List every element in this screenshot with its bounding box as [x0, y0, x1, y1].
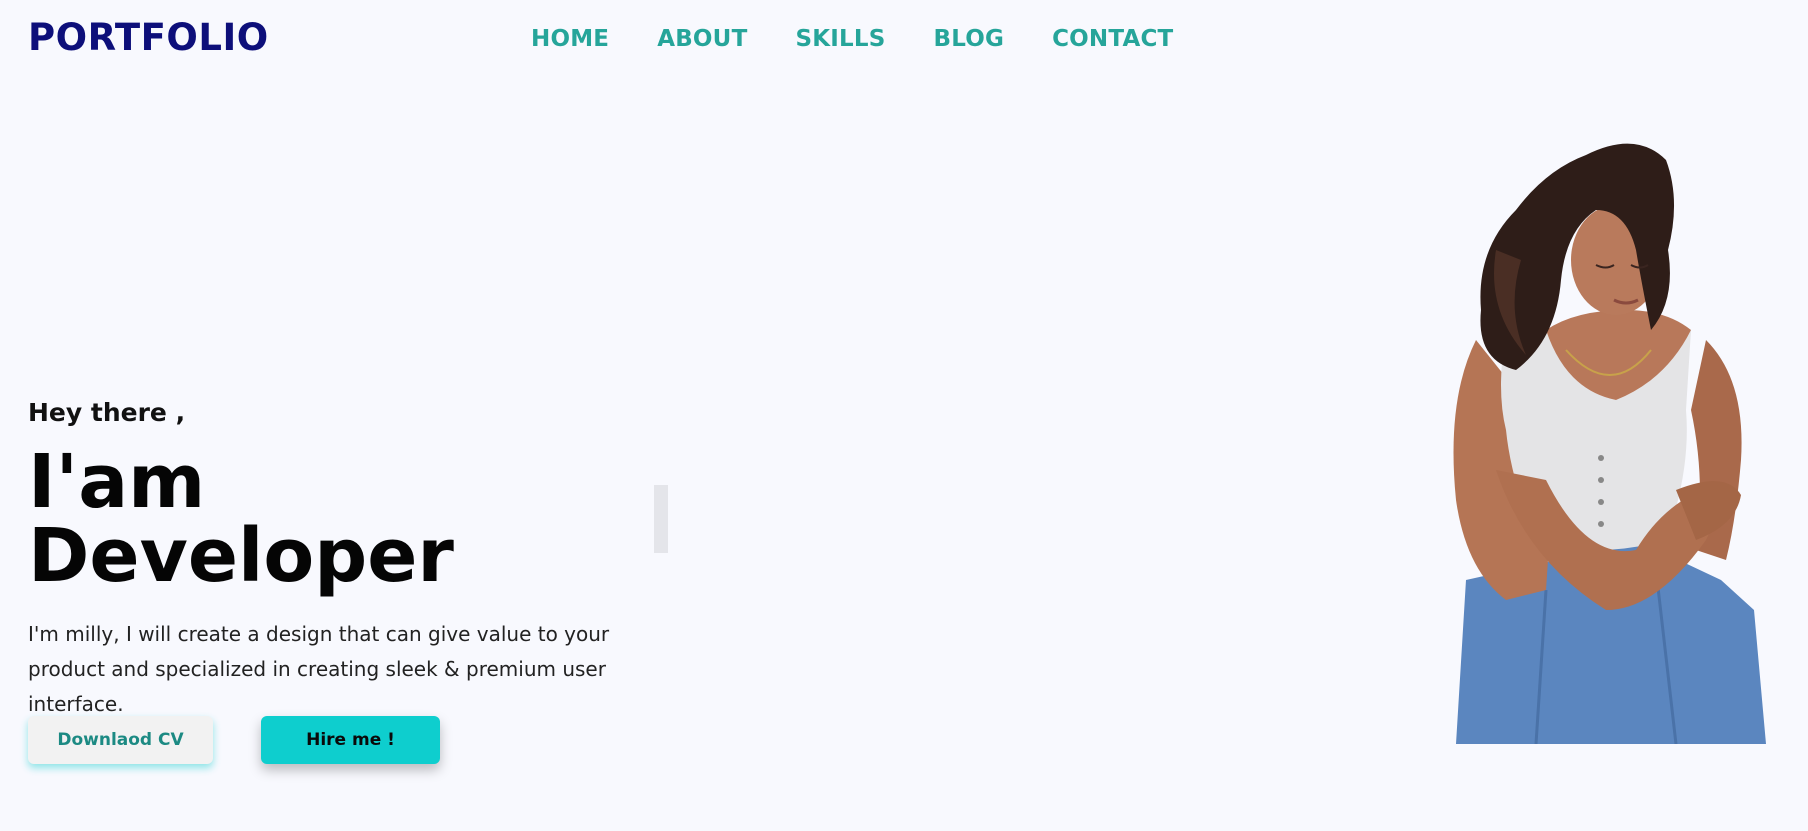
hero-section: Hey there , I'am Developer I'm milly, I … — [28, 398, 668, 722]
hero-headline: I'am Developer — [28, 445, 668, 593]
download-cv-button[interactable]: Downlaod CV — [28, 716, 213, 764]
hero-portrait-image — [1453, 143, 1766, 744]
nav-skills[interactable]: SKILLS — [795, 26, 885, 52]
main-nav: HOME ABOUT SKILLS BLOG CONTACT — [531, 26, 1221, 52]
hero-description: I'm milly, I will create a design that c… — [28, 622, 610, 716]
nav-home[interactable]: HOME — [531, 26, 609, 52]
nav-about[interactable]: ABOUT — [657, 26, 747, 52]
site-logo[interactable]: PORTFOLIO — [28, 16, 269, 59]
typing-cursor — [654, 485, 668, 553]
hero-buttons: Downlaod CV Hire me ! — [28, 716, 440, 764]
nav-contact[interactable]: CONTACT — [1052, 26, 1173, 52]
hero-headline-text: I'am Developer — [28, 439, 454, 599]
navbar: PORTFOLIO HOME ABOUT SKILLS BLOG CONTACT — [0, 0, 1808, 80]
nav-blog[interactable]: BLOG — [933, 26, 1004, 52]
hero-greeting: Hey there , — [28, 398, 186, 427]
hire-me-button[interactable]: Hire me ! — [261, 716, 440, 764]
